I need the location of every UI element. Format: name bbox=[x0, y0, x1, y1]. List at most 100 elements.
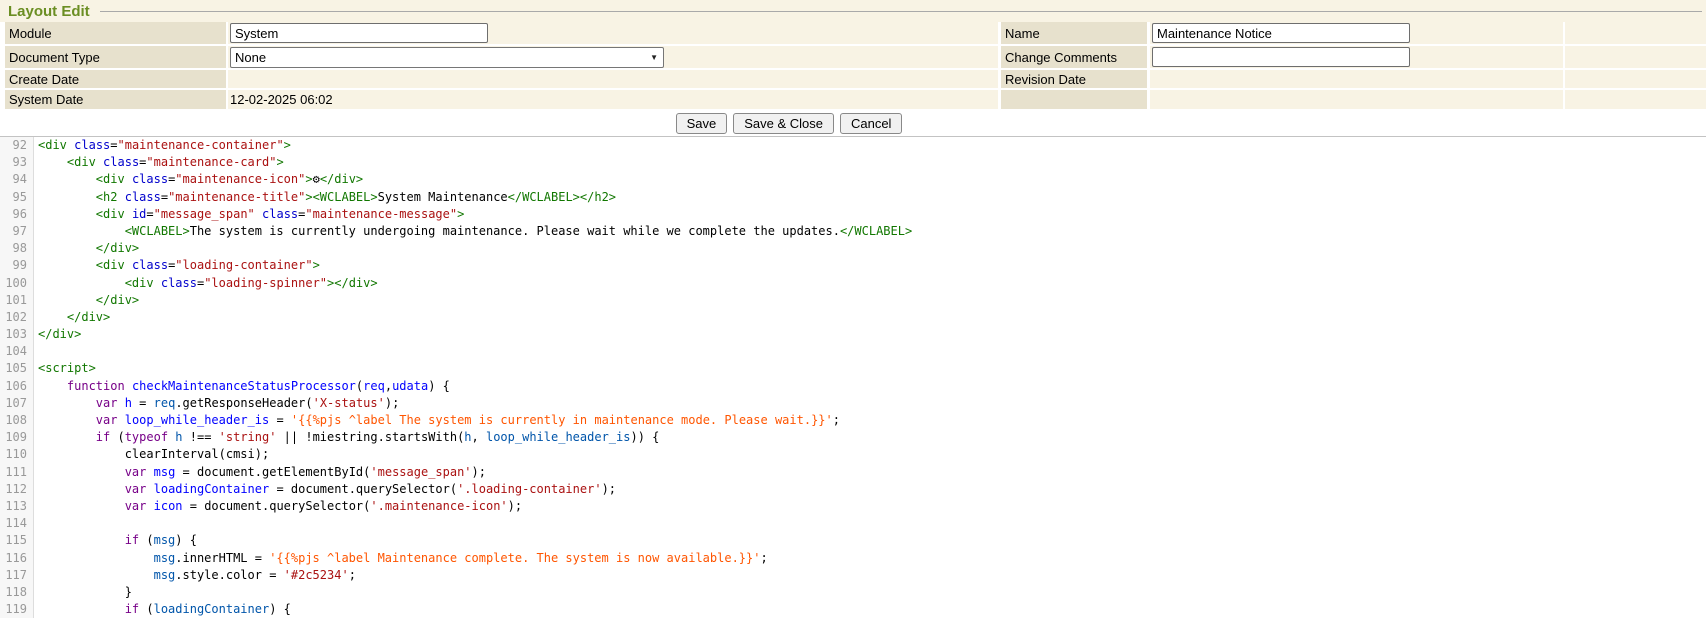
code-text: </div> bbox=[34, 309, 110, 326]
row-filler bbox=[1565, 46, 1706, 68]
form-row-doctype-comments: Document Type None ▼ Change Comments bbox=[5, 46, 1706, 68]
code-text: if (msg) { bbox=[34, 532, 197, 549]
name-value-cell bbox=[1150, 22, 1563, 44]
code-line[interactable]: 113 var icon = document.querySelector('.… bbox=[0, 498, 1706, 515]
code-line[interactable]: 111 var msg = document.getElementById('m… bbox=[0, 464, 1706, 481]
line-number: 96 bbox=[0, 206, 34, 223]
code-line[interactable]: 103</div> bbox=[0, 326, 1706, 343]
document-type-select-wrap: None ▼ bbox=[230, 47, 664, 68]
code-line[interactable]: 98 </div> bbox=[0, 240, 1706, 257]
line-number: 102 bbox=[0, 309, 34, 326]
code-line[interactable]: 92<div class="maintenance-container"> bbox=[0, 137, 1706, 154]
code-line[interactable]: 93 <div class="maintenance-card"> bbox=[0, 154, 1706, 171]
code-line[interactable]: 108 var loop_while_header_is = '{{%pjs ^… bbox=[0, 412, 1706, 429]
create-date-label: Create Date bbox=[5, 70, 226, 88]
line-number: 94 bbox=[0, 171, 34, 188]
code-line[interactable]: 94 <div class="maintenance-icon">⚙</div> bbox=[0, 171, 1706, 188]
code-line[interactable]: 118 } bbox=[0, 584, 1706, 601]
save-and-close-button[interactable]: Save & Close bbox=[733, 113, 834, 134]
document-type-select[interactable]: None bbox=[230, 47, 664, 68]
document-type-label: Document Type bbox=[5, 46, 226, 68]
code-text: <div id="message_span" class="maintenanc… bbox=[34, 206, 464, 223]
cancel-button[interactable]: Cancel bbox=[840, 113, 902, 134]
module-input[interactable] bbox=[230, 23, 488, 43]
code-line[interactable]: 101 </div> bbox=[0, 292, 1706, 309]
revision-date-label: Revision Date bbox=[1001, 70, 1147, 88]
code-text: </div> bbox=[34, 240, 139, 257]
code-text: <div class="loading-spinner"></div> bbox=[34, 275, 378, 292]
code-line[interactable]: 107 var h = req.getResponseHeader('X-sta… bbox=[0, 395, 1706, 412]
code-line[interactable]: 104 bbox=[0, 343, 1706, 360]
code-text: function checkMaintenanceStatusProcessor… bbox=[34, 378, 450, 395]
code-line[interactable]: 100 <div class="loading-spinner"></div> bbox=[0, 275, 1706, 292]
line-number: 106 bbox=[0, 378, 34, 395]
line-number: 117 bbox=[0, 567, 34, 584]
code-text: <div class="maintenance-container"> bbox=[34, 137, 291, 154]
line-number: 109 bbox=[0, 429, 34, 446]
change-comments-input[interactable] bbox=[1152, 47, 1410, 67]
code-text: <script> bbox=[34, 360, 96, 377]
system-date-label: System Date bbox=[5, 90, 226, 109]
code-text bbox=[34, 343, 38, 360]
code-text: <WCLABEL>The system is currently undergo… bbox=[34, 223, 912, 240]
module-label: Module bbox=[5, 22, 226, 44]
code-text: <h2 class="maintenance-title"><WCLABEL>S… bbox=[34, 189, 616, 206]
layout-edit-header: Layout Edit bbox=[0, 0, 1706, 22]
code-line[interactable]: 117 msg.style.color = '#2c5234'; bbox=[0, 567, 1706, 584]
code-text bbox=[34, 515, 38, 532]
line-number: 118 bbox=[0, 584, 34, 601]
code-text: </div> bbox=[34, 326, 81, 343]
empty-value-cell bbox=[1150, 90, 1563, 109]
code-text: msg.innerHTML = '{{%pjs ^label Maintenan… bbox=[34, 550, 768, 567]
code-text: } bbox=[34, 584, 132, 601]
line-number: 100 bbox=[0, 275, 34, 292]
form-row-create-revision: Create Date Revision Date bbox=[5, 70, 1706, 88]
code-line[interactable]: 96 <div id="message_span" class="mainten… bbox=[0, 206, 1706, 223]
code-line[interactable]: 105<script> bbox=[0, 360, 1706, 377]
change-comments-label: Change Comments bbox=[1001, 46, 1147, 68]
line-number: 95 bbox=[0, 189, 34, 206]
code-line[interactable]: 97 <WCLABEL>The system is currently unde… bbox=[0, 223, 1706, 240]
row-filler bbox=[1565, 90, 1706, 109]
code-editor[interactable]: 92<div class="maintenance-container">93 … bbox=[0, 136, 1706, 619]
line-number: 112 bbox=[0, 481, 34, 498]
code-text: if (loadingContainer) { bbox=[34, 601, 291, 618]
code-text: <div class="maintenance-card"> bbox=[34, 154, 284, 171]
line-number: 104 bbox=[0, 343, 34, 360]
code-line[interactable]: 110 clearInterval(cmsi); bbox=[0, 446, 1706, 463]
line-number: 103 bbox=[0, 326, 34, 343]
code-text: clearInterval(cmsi); bbox=[34, 446, 269, 463]
row-filler bbox=[1565, 22, 1706, 44]
code-text: var loop_while_header_is = '{{%pjs ^labe… bbox=[34, 412, 840, 429]
name-label: Name bbox=[1001, 22, 1147, 44]
change-comments-value-cell bbox=[1150, 46, 1563, 68]
code-line[interactable]: 102 </div> bbox=[0, 309, 1706, 326]
line-number: 107 bbox=[0, 395, 34, 412]
line-number: 114 bbox=[0, 515, 34, 532]
form-row-system-date: System Date 12-02-2025 06:02 bbox=[5, 90, 1706, 109]
code-line[interactable]: 115 if (msg) { bbox=[0, 532, 1706, 549]
code-line[interactable]: 119 if (loadingContainer) { bbox=[0, 601, 1706, 618]
system-date-value: 12-02-2025 06:02 bbox=[228, 90, 998, 109]
code-text: var msg = document.getElementById('messa… bbox=[34, 464, 486, 481]
line-number: 98 bbox=[0, 240, 34, 257]
code-line[interactable]: 109 if (typeof h !== 'string' || !miestr… bbox=[0, 429, 1706, 446]
line-number: 108 bbox=[0, 412, 34, 429]
code-line[interactable]: 114 bbox=[0, 515, 1706, 532]
module-value-cell bbox=[228, 22, 998, 44]
code-line[interactable]: 116 msg.innerHTML = '{{%pjs ^label Maint… bbox=[0, 550, 1706, 567]
line-number: 93 bbox=[0, 154, 34, 171]
name-input[interactable] bbox=[1152, 23, 1410, 43]
code-line[interactable]: 112 var loadingContainer = document.quer… bbox=[0, 481, 1706, 498]
code-line[interactable]: 99 <div class="loading-container"> bbox=[0, 257, 1706, 274]
code-line[interactable]: 106 function checkMaintenanceStatusProce… bbox=[0, 378, 1706, 395]
page-title: Layout Edit bbox=[8, 3, 90, 20]
line-number: 115 bbox=[0, 532, 34, 549]
save-button[interactable]: Save bbox=[676, 113, 728, 134]
code-line[interactable]: 95 <h2 class="maintenance-title"><WCLABE… bbox=[0, 189, 1706, 206]
line-number: 111 bbox=[0, 464, 34, 481]
line-number: 99 bbox=[0, 257, 34, 274]
line-number: 110 bbox=[0, 446, 34, 463]
document-type-value-cell: None ▼ bbox=[228, 46, 998, 68]
line-number: 116 bbox=[0, 550, 34, 567]
